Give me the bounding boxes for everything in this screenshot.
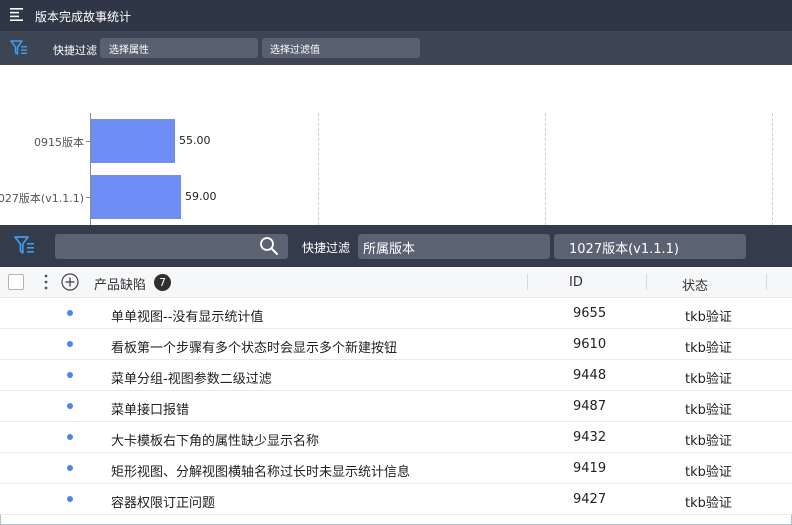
defect-status: tkb验证 [685,310,732,325]
column-divider[interactable] [766,274,767,290]
defect-status: tkb验证 [685,434,732,449]
defect-id: 9432 [573,430,607,445]
bullet-icon [67,372,73,378]
defect-title-link[interactable]: 菜单接口报错 [111,399,189,418]
data-label: 55.00 [179,134,211,147]
column-divider[interactable] [527,274,528,290]
bullet-icon [67,434,73,440]
column-header-status[interactable]: 状态 [682,275,708,294]
defect-id: 9448 [573,368,607,383]
bullet-icon [67,496,73,502]
axis-tick [86,141,91,142]
category-label: 1027版本(v1.1.1) [0,192,84,205]
bar[interactable] [91,119,175,163]
page-title: 版本完成故事统计 [35,10,132,24]
attribute-select[interactable]: 选择属性 [100,38,258,58]
defect-status: tkb验证 [685,403,732,418]
gridline [772,113,773,225]
defect-id: 9427 [573,492,607,507]
defect-status: tkb验证 [685,341,732,356]
gridline [318,113,319,225]
more-options-icon[interactable] [44,273,48,291]
defect-title-link[interactable]: 看板第一个步骤有多个状态时会显示多个新建按钮 [111,337,397,356]
defect-status: tkb验证 [685,496,732,511]
defect-title-link[interactable]: 容器权限订正问题 [111,492,215,511]
column-header-title[interactable]: 产品缺陷 [94,274,146,293]
defect-title-link[interactable]: 矩形视图、分解视图横轴名称过长时未显示统计信息 [111,461,410,480]
defect-status: tkb验证 [685,465,732,480]
field-select[interactable]: 所属版本 [358,234,550,259]
column-header-id[interactable]: ID [569,275,583,290]
defect-id: 9655 [573,306,607,321]
data-label: 59.00 [185,190,217,203]
defect-title-link[interactable]: 单单视图--没有显示统计值 [111,306,263,325]
bar[interactable] [91,175,181,219]
hamburger-menu-icon[interactable] [10,8,25,21]
bullet-icon [67,310,73,316]
bullet-icon [67,403,73,409]
filter-value-select[interactable]: 选择过滤值 [262,38,420,58]
gridline [545,113,546,225]
quick-filter-label: 快捷过滤 [53,44,97,57]
category-label: 0915版本 [34,136,84,149]
quick-filter-label: 快捷过滤 [302,241,351,255]
bullet-icon [67,341,73,347]
search-input[interactable] [55,234,288,259]
defect-id: 9419 [573,461,607,476]
field-value-select[interactable]: 1027版本(v1.1.1) [554,234,746,259]
filter-icon[interactable] [10,40,28,56]
defect-id: 9487 [573,399,607,414]
column-divider[interactable] [646,274,647,290]
add-circle-icon[interactable] [61,273,79,291]
defect-title-link[interactable]: 菜单分组-视图参数二级过滤 [111,368,272,387]
search-icon[interactable] [259,236,279,256]
defect-id: 9610 [573,337,607,352]
defect-status: tkb验证 [685,372,732,387]
select-all-checkbox[interactable] [8,274,24,290]
count-badge: 7 [154,274,171,291]
bullet-icon [67,465,73,471]
defect-title-link[interactable]: 大卡模板右下角的属性缺少显示名称 [111,430,319,449]
axis-tick [86,197,91,198]
filter-icon[interactable] [14,236,35,255]
